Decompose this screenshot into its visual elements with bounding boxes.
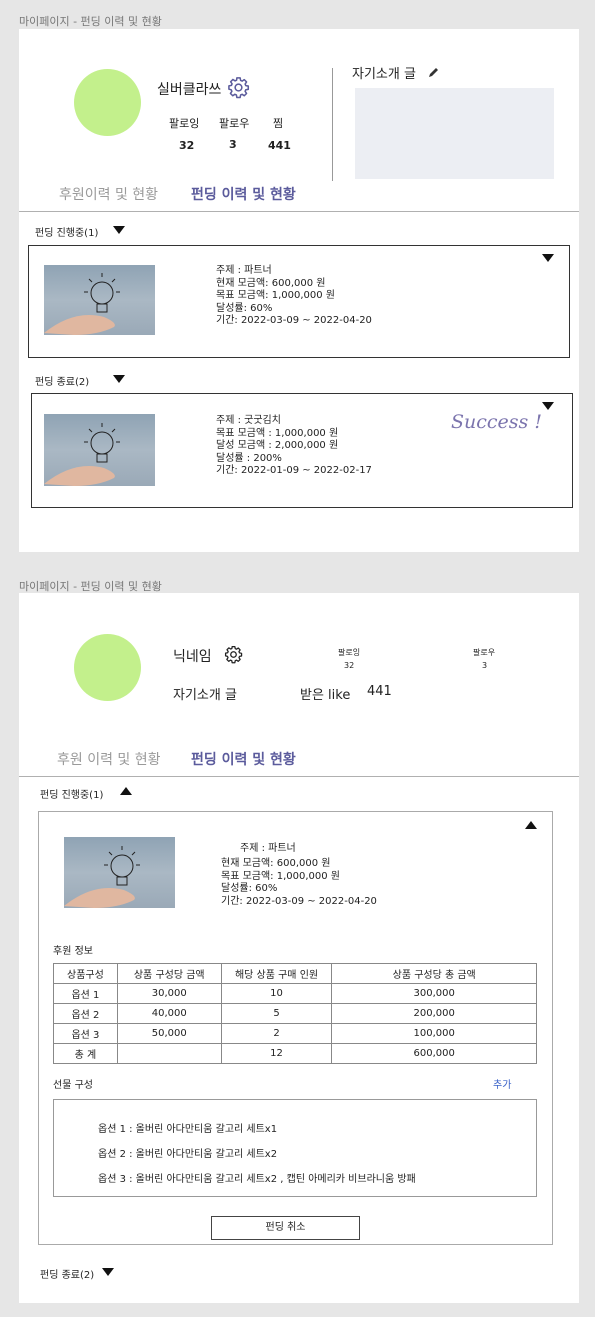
table-cell: 총 계 bbox=[53, 1043, 118, 1064]
ended-header: 펀딩 종료(2) bbox=[35, 377, 90, 388]
sponsor-table: 상품구성 상품 구성당 금액 해당 상품 구매 인원 상품 구성당 총 금액 옵… bbox=[53, 963, 537, 1064]
intro-text: 자기소개 글 bbox=[173, 688, 237, 703]
lightbulb-image bbox=[64, 837, 175, 908]
tab-divider bbox=[19, 211, 579, 212]
table-cell: 40,000 bbox=[116, 1003, 222, 1024]
divider bbox=[332, 68, 333, 181]
add-link[interactable]: 추가 bbox=[493, 1076, 511, 1091]
following-label: 팔로잉 bbox=[169, 117, 200, 130]
table-cell: 30,000 bbox=[116, 983, 222, 1004]
table-cell: 옵션 1 bbox=[53, 983, 118, 1004]
follower-count[interactable]: 3 bbox=[229, 138, 237, 151]
intro-title: 자기소개 글 bbox=[352, 67, 416, 82]
table-row: 옵션 2 40,000 5 200,000 bbox=[53, 1003, 537, 1024]
ended-header: 펀딩 종료(2) bbox=[40, 1270, 95, 1281]
wishlist-count[interactable]: 441 bbox=[268, 139, 291, 152]
follower-label: 팔로우 bbox=[219, 117, 250, 130]
table-row: 옵션 1 30,000 10 300,000 bbox=[53, 983, 537, 1004]
ongoing-header: 펀딩 진행중(1) bbox=[40, 790, 104, 801]
pencil-icon[interactable] bbox=[427, 64, 439, 83]
wishlist-label: 찜 bbox=[273, 117, 284, 130]
following-count[interactable]: 32 bbox=[344, 661, 354, 670]
table-cell: 2 bbox=[220, 1023, 333, 1044]
table-cell: 옵션 3 bbox=[53, 1023, 118, 1044]
table-cell: 600,000 bbox=[331, 1043, 537, 1064]
nickname: 실버클라쓰 bbox=[157, 82, 222, 98]
tab-funding-history[interactable]: 펀딩 이력 및 현황 bbox=[191, 749, 296, 769]
expand-toggle-icon[interactable] bbox=[542, 402, 554, 410]
table-header: 상품구성 bbox=[53, 963, 118, 984]
success-badge: Success ! bbox=[451, 411, 542, 433]
nickname: 닉네임 bbox=[173, 649, 212, 665]
gift-title: 선물 구성 bbox=[53, 1080, 93, 1091]
list-item: 옵션 1 : 올버린 아다만티움 갈고리 세트x1 bbox=[98, 1124, 278, 1135]
frame-title: 마이페이지 - 펀딩 이력 및 현황 bbox=[19, 15, 162, 28]
table-header: 상품 구성당 금액 bbox=[116, 963, 222, 984]
table-cell: 옵션 2 bbox=[53, 1003, 118, 1024]
table-cell: 50,000 bbox=[116, 1023, 222, 1044]
following-count[interactable]: 32 bbox=[179, 139, 194, 152]
collapse-toggle-icon[interactable] bbox=[113, 226, 125, 234]
expand-toggle-icon[interactable] bbox=[102, 1268, 114, 1276]
list-item: 옵션 2 : 올버린 아다만티움 갈고리 세트x2 bbox=[98, 1149, 278, 1160]
table-header-row: 상품구성 상품 구성당 금액 해당 상품 구매 인원 상품 구성당 총 금액 bbox=[53, 963, 537, 984]
following-label: 팔로잉 bbox=[338, 648, 361, 657]
ongoing-header: 펀딩 진행중(1) bbox=[35, 228, 99, 239]
tab-sponsor-history[interactable]: 후원이력 및 현황 bbox=[59, 184, 158, 204]
avatar[interactable] bbox=[74, 634, 141, 701]
collapse-toggle-icon[interactable] bbox=[113, 375, 125, 383]
card-info: 현재 모금액: 600,000 원 목표 모금액: 1,000,000 원 달성… bbox=[221, 858, 377, 907]
gear-icon[interactable] bbox=[227, 76, 250, 103]
likes-label: 받은 like bbox=[300, 688, 351, 703]
lightbulb-image bbox=[44, 414, 155, 486]
table-cell: 10 bbox=[220, 983, 333, 1004]
gear-icon[interactable] bbox=[224, 645, 243, 668]
table-row: 옵션 3 50,000 2 100,000 bbox=[53, 1023, 537, 1044]
table-total-row: 총 계 12 600,000 bbox=[53, 1043, 537, 1064]
table-cell: 12 bbox=[220, 1043, 333, 1064]
list-item: 옵션 3 : 올버린 아다만티움 갈고리 세트x2 , 캡틴 아메리카 비브라니… bbox=[98, 1174, 416, 1185]
sponsor-info-title: 후원 정보 bbox=[53, 946, 93, 957]
table-cell: 5 bbox=[220, 1003, 333, 1024]
tab-sponsor-history[interactable]: 후원 이력 및 현황 bbox=[57, 749, 161, 769]
collapse-toggle-icon[interactable] bbox=[525, 821, 537, 829]
intro-textbox[interactable] bbox=[355, 88, 554, 179]
collapse-toggle-icon[interactable] bbox=[120, 787, 132, 795]
follower-count[interactable]: 3 bbox=[482, 661, 487, 670]
likes-count: 441 bbox=[367, 684, 392, 699]
card-topic: 주제 : 파트너 bbox=[240, 843, 296, 854]
cancel-funding-button[interactable]: 펀딩 취소 bbox=[211, 1216, 360, 1240]
tab-funding-history[interactable]: 펀딩 이력 및 현황 bbox=[191, 184, 296, 204]
table-header: 해당 상품 구매 인원 bbox=[220, 963, 333, 984]
table-cell: 200,000 bbox=[331, 1003, 537, 1024]
lightbulb-image bbox=[44, 265, 155, 335]
table-cell: 300,000 bbox=[331, 983, 537, 1004]
table-header: 상품 구성당 총 금액 bbox=[331, 963, 537, 984]
frame-title: 마이페이지 - 펀딩 이력 및 현황 bbox=[19, 580, 162, 593]
table-cell: 100,000 bbox=[331, 1023, 537, 1044]
follower-label: 팔로우 bbox=[473, 648, 496, 657]
tab-divider bbox=[19, 776, 579, 777]
table-cell bbox=[116, 1043, 222, 1064]
avatar[interactable] bbox=[74, 69, 141, 136]
card-info: 주제 : 굿굿김치 목표 모금액 : 1,000,000 원 달성 모금액 : … bbox=[216, 415, 372, 477]
expand-toggle-icon[interactable] bbox=[542, 254, 554, 262]
card-info: 주제 : 파트너 현재 모금액: 600,000 원 목표 모금액: 1,000… bbox=[216, 265, 372, 327]
